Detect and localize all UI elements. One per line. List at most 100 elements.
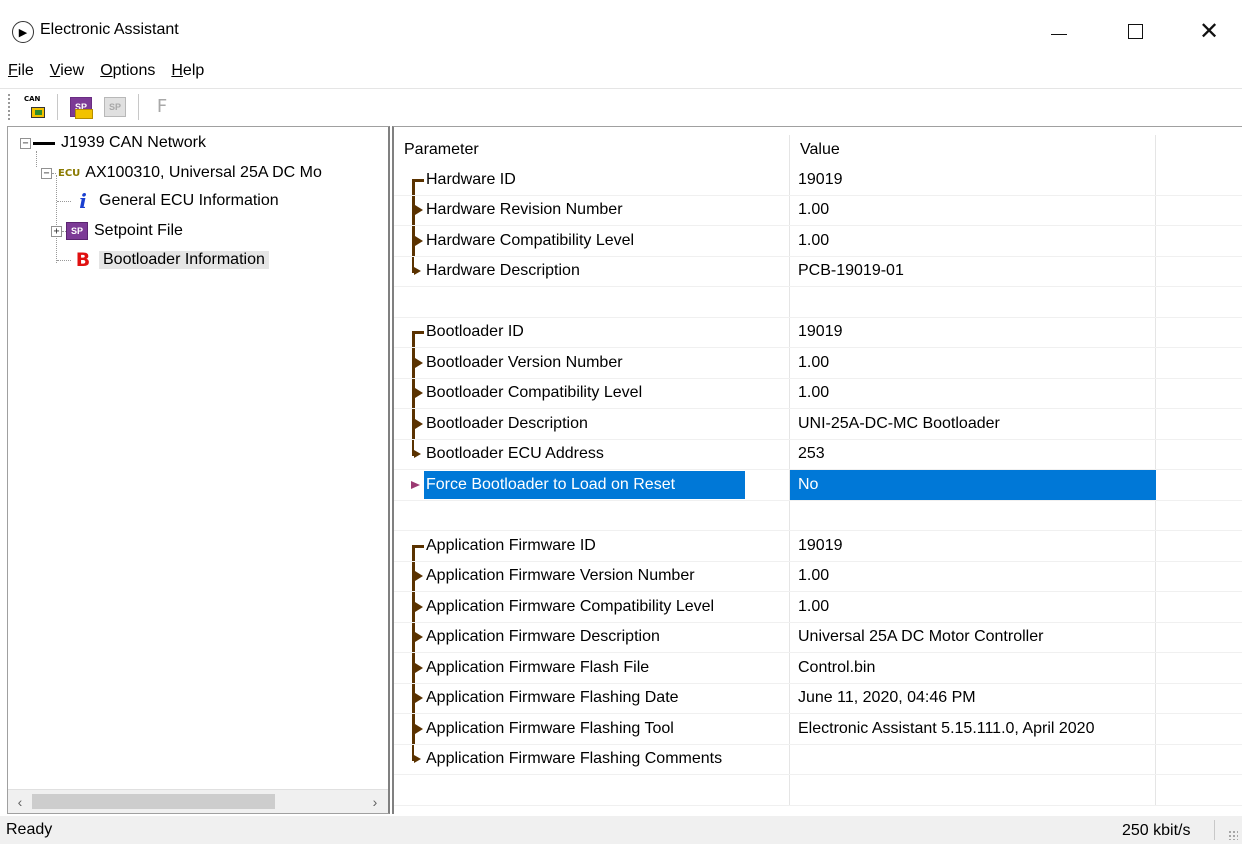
parameter-cell[interactable]: Application Firmware Description (394, 622, 790, 653)
filler-cell (1156, 440, 1242, 470)
scrollbar-thumb[interactable] (32, 794, 275, 809)
table-row[interactable]: Application Firmware Version Number 1.00 (394, 561, 1242, 592)
menu-file[interactable]: File (8, 62, 43, 80)
table-row[interactable]: Bootloader Version Number 1.00 (394, 348, 1242, 379)
parameter-cell[interactable]: Application Firmware Flash File (394, 653, 790, 683)
tree-node-network[interactable]: − J1939 CAN Network (20, 130, 206, 156)
parameter-cell[interactable]: Hardware Revision Number (394, 195, 790, 225)
filler-cell (1156, 745, 1242, 775)
close-button[interactable]: ✕ (1186, 14, 1232, 48)
table-row[interactable]: Application Firmware Flashing Comments (394, 744, 1242, 775)
flash-button[interactable]: F (149, 94, 175, 120)
parameter-cell[interactable]: Hardware Description (394, 256, 790, 287)
table-row[interactable] (394, 775, 1242, 806)
parameter-cell[interactable]: Hardware ID (394, 165, 790, 195)
table-row[interactable] (394, 287, 1242, 318)
column-header-value[interactable]: Value (790, 135, 1156, 165)
filler-cell (1156, 318, 1242, 348)
ecu-icon: ECU (58, 167, 81, 179)
parameter-label: Bootloader ID (426, 323, 524, 341)
resize-grip-icon[interactable] (1228, 830, 1238, 840)
filler-cell (1156, 196, 1242, 226)
parameter-cell[interactable] (394, 500, 790, 530)
table-row[interactable]: Application Firmware ID 19019 (394, 531, 1242, 562)
open-setpoint-icon: SP (70, 96, 93, 119)
network-icon (33, 141, 55, 145)
value-cell (790, 287, 1156, 317)
horizontal-scrollbar[interactable]: ‹ › (8, 789, 388, 813)
parameter-cell[interactable]: Bootloader Description (394, 409, 790, 439)
baud-rate-status: 250 kbit/s (1122, 822, 1191, 839)
parameter-cell[interactable]: Application Firmware Flashing Tool (394, 714, 790, 744)
tree-connector-icon (408, 683, 426, 714)
table-row[interactable]: Application Firmware Description Universa… (394, 622, 1242, 653)
value-cell: 1.00 (790, 378, 1156, 408)
parameter-cell[interactable]: Application Firmware Flashing Date (394, 683, 790, 714)
open-setpoint-button[interactable]: SP (68, 94, 94, 120)
collapse-icon[interactable]: − (41, 167, 52, 179)
menu-help[interactable]: Help (171, 62, 213, 80)
save-setpoint-button[interactable]: SP (102, 94, 128, 120)
table-row[interactable]: Application Firmware Flash File Control.b… (394, 653, 1242, 684)
parameter-cell[interactable]: Bootloader Version Number (394, 348, 790, 378)
tree-connector-icon (408, 165, 426, 195)
table-row[interactable]: Force Bootloader to Load on Reset No (394, 470, 1242, 501)
minimize-button[interactable] (1036, 14, 1082, 48)
parameter-label: Hardware Compatibility Level (426, 231, 635, 249)
table-row[interactable]: Hardware Description PCB-19019-01 (394, 256, 1242, 287)
value-cell[interactable]: No (790, 470, 1156, 500)
table-row[interactable]: Application Firmware Compatibility Level… (394, 592, 1242, 623)
can-connect-button[interactable]: CAN (21, 94, 47, 120)
parameter-label: Hardware Description (426, 262, 580, 280)
menu-view[interactable]: View (50, 62, 93, 80)
parameter-cell[interactable] (394, 287, 790, 317)
table-row[interactable]: Hardware Revision Number 1.00 (394, 195, 1242, 226)
scroll-right-icon[interactable]: › (365, 792, 385, 812)
filler-cell (1156, 653, 1242, 683)
expand-icon[interactable]: + (51, 225, 62, 237)
tree-connector-icon (408, 378, 426, 409)
tree-node-ecu[interactable]: − ECU AX100310, Universal 25A DC Mo (41, 160, 322, 186)
maximize-button[interactable] (1112, 14, 1158, 48)
table-row[interactable]: Bootloader ECU Address 253 (394, 439, 1242, 470)
parameter-cell[interactable]: Bootloader ID (394, 317, 790, 347)
tree-node-bootloader[interactable]: B Bootloader Information (57, 247, 269, 273)
toolbar-grip[interactable] (8, 93, 11, 120)
menu-bar: File View Options Help (0, 56, 1242, 86)
tree-node-general-info[interactable]: i General ECU Information (57, 188, 279, 214)
scroll-left-icon[interactable]: ‹ (10, 792, 30, 812)
parameter-cell[interactable]: Hardware Compatibility Level (394, 226, 790, 256)
parameter-cell[interactable]: Application Firmware Version Number (394, 561, 790, 591)
status-bar: Ready 250 kbit/s (0, 816, 1242, 844)
table-row[interactable] (394, 500, 1242, 531)
menu-options[interactable]: Options (100, 62, 164, 80)
table-row[interactable]: Hardware Compatibility Level 1.00 (394, 226, 1242, 257)
info-icon: i (79, 189, 87, 213)
status-text: Ready (6, 821, 53, 838)
tree-panel[interactable]: − J1939 CAN Network − ECU AX100310, Univ… (7, 126, 390, 814)
tree-connector-icon (408, 256, 426, 287)
value-cell: 19019 (790, 165, 1156, 195)
parameter-cell[interactable]: Application Firmware Flashing Comments (394, 744, 790, 774)
parameter-cell[interactable]: Bootloader Compatibility Level (394, 378, 790, 409)
parameter-cell[interactable]: Application Firmware ID (394, 531, 790, 561)
tree-connector-icon (408, 622, 426, 653)
can-network-icon: CAN (23, 95, 45, 118)
table-row[interactable]: Hardware ID 19019 (394, 165, 1242, 196)
column-header-parameter[interactable]: Parameter (394, 135, 790, 165)
parameter-cell[interactable] (394, 775, 790, 805)
parameter-label: Bootloader Description (426, 414, 588, 432)
parameter-label: Application Firmware Flashing Comments (426, 750, 723, 768)
table-row[interactable]: Bootloader Compatibility Level 1.00 (394, 378, 1242, 409)
parameter-cell[interactable]: Force Bootloader to Load on Reset (394, 470, 790, 500)
parameter-cell[interactable]: Application Firmware Compatibility Level (394, 592, 790, 622)
table-row[interactable]: Bootloader Description UNI-25A-DC-MC Boot… (394, 409, 1242, 440)
parameter-cell[interactable]: Bootloader ECU Address (394, 439, 790, 469)
tree-connector-icon (408, 653, 426, 683)
table-row[interactable]: Application Firmware Flashing Date June 1… (394, 683, 1242, 714)
table-row[interactable]: Bootloader ID 19019 (394, 317, 1242, 348)
tree-label-network: J1939 CAN Network (61, 134, 206, 151)
collapse-icon[interactable]: − (20, 137, 31, 149)
tree-node-setpoint[interactable]: + SP Setpoint File (51, 218, 183, 244)
table-row[interactable]: Application Firmware Flashing Tool Electr… (394, 714, 1242, 745)
